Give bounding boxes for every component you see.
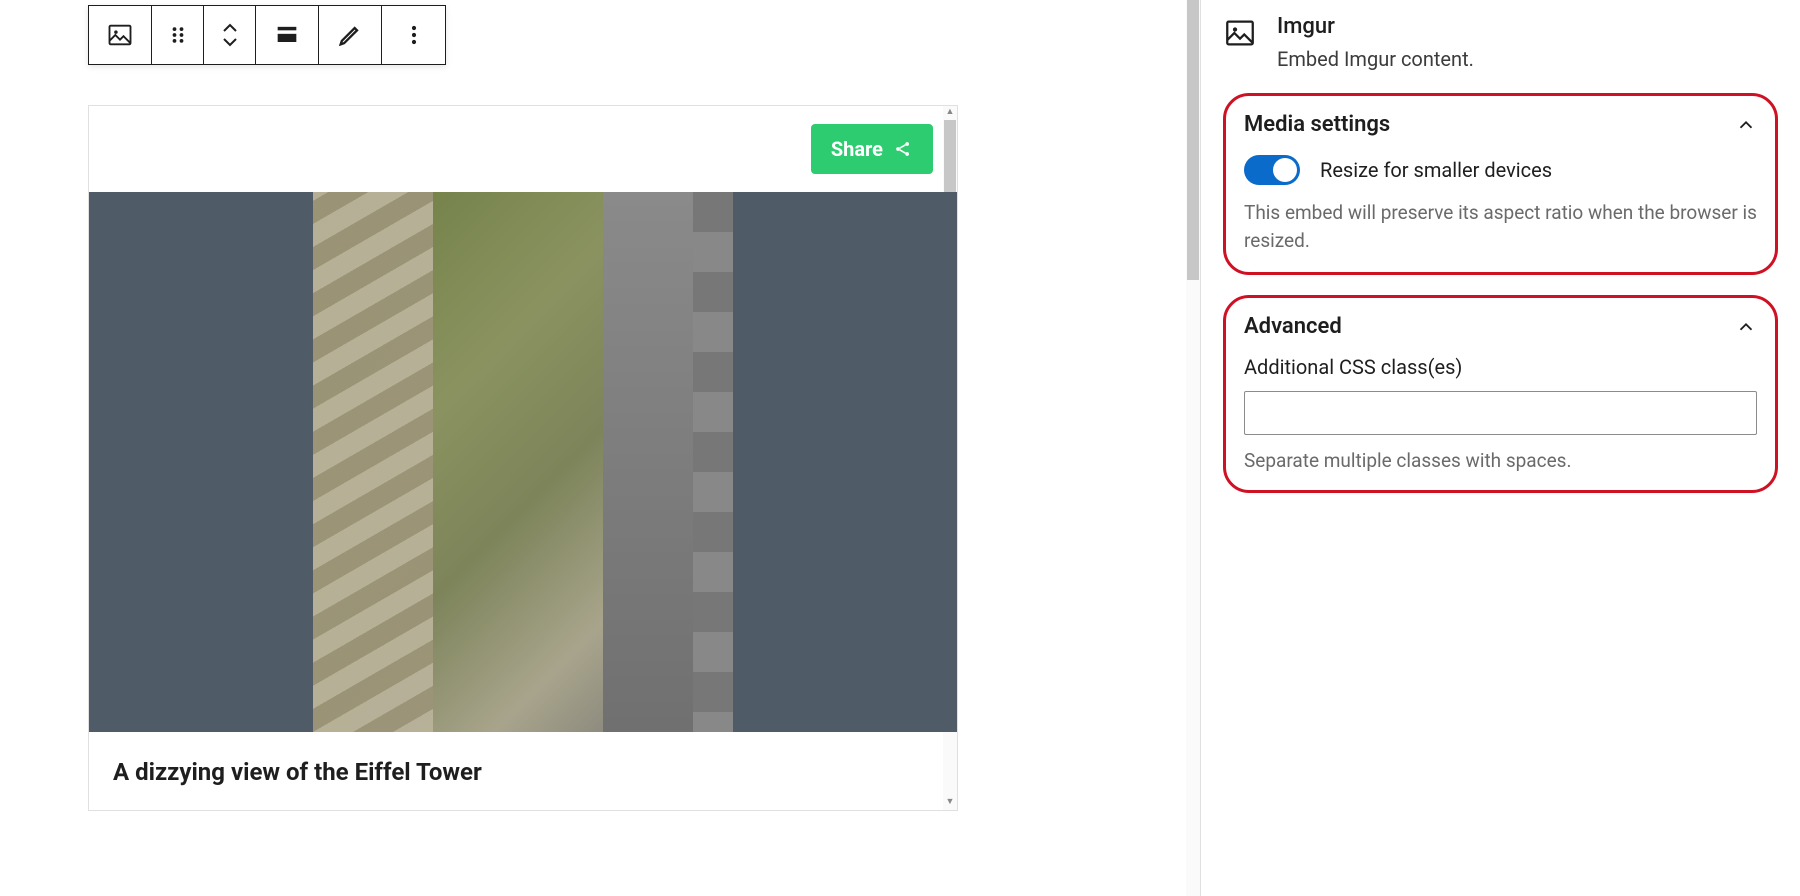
advanced-panel: Advanced Additional CSS class(es) Separa… — [1223, 295, 1778, 493]
more-options-button[interactable] — [382, 6, 445, 64]
pencil-icon — [336, 21, 364, 49]
image-icon — [106, 21, 134, 49]
scroll-down-icon[interactable]: ▼ — [943, 796, 957, 810]
block-card: Imgur Embed Imgur content. — [1223, 14, 1778, 71]
move-controls — [204, 6, 256, 64]
embedded-image — [89, 192, 957, 732]
edit-url-button[interactable] — [319, 6, 382, 64]
editor-canvas[interactable]: ating is this discovery! ▲ ▼ Share — [0, 0, 1186, 896]
imgur-embed-block[interactable]: ▲ ▼ Share A — [88, 105, 958, 811]
block-description: Embed Imgur content. — [1277, 47, 1474, 71]
imgur-block-icon — [1223, 16, 1257, 54]
resize-help-text: This embed will preserve its aspect rati… — [1244, 199, 1757, 254]
block-type-button[interactable] — [89, 6, 152, 64]
advanced-toggle[interactable]: Advanced — [1244, 314, 1757, 339]
editor-scrollbar[interactable] — [1186, 0, 1200, 896]
advanced-title: Advanced — [1244, 314, 1342, 339]
share-icon — [893, 139, 913, 159]
move-down-button[interactable] — [220, 35, 240, 49]
drag-handle[interactable] — [152, 6, 204, 64]
chevron-up-icon — [1735, 316, 1757, 338]
block-toolbar — [88, 5, 446, 65]
resize-toggle[interactable] — [1244, 155, 1300, 185]
align-icon — [273, 21, 301, 49]
chevron-up-icon — [222, 23, 238, 33]
editor-scroll-thumb[interactable] — [1187, 0, 1199, 280]
embed-caption: A dizzying view of the Eiffel Tower — [113, 754, 933, 790]
media-settings-toggle[interactable]: Media settings — [1244, 112, 1757, 137]
share-label: Share — [831, 134, 883, 164]
settings-sidebar: Imgur Embed Imgur content. Media setting… — [1200, 0, 1800, 896]
more-vertical-icon — [400, 21, 428, 49]
css-classes-help: Separate multiple classes with spaces. — [1244, 449, 1757, 472]
chevron-up-icon — [1735, 114, 1757, 136]
block-title: Imgur — [1277, 14, 1474, 39]
css-classes-input[interactable] — [1244, 391, 1757, 435]
align-button[interactable] — [256, 6, 319, 64]
css-classes-label: Additional CSS class(es) — [1244, 355, 1757, 379]
chevron-down-icon — [222, 37, 238, 47]
drag-icon — [164, 21, 192, 49]
media-settings-title: Media settings — [1244, 112, 1390, 137]
scroll-up-icon[interactable]: ▲ — [943, 106, 957, 120]
move-up-button[interactable] — [220, 21, 240, 35]
share-button[interactable]: Share — [811, 124, 933, 174]
media-settings-panel: Media settings Resize for smaller device… — [1223, 93, 1778, 275]
resize-toggle-label: Resize for smaller devices — [1320, 158, 1552, 182]
